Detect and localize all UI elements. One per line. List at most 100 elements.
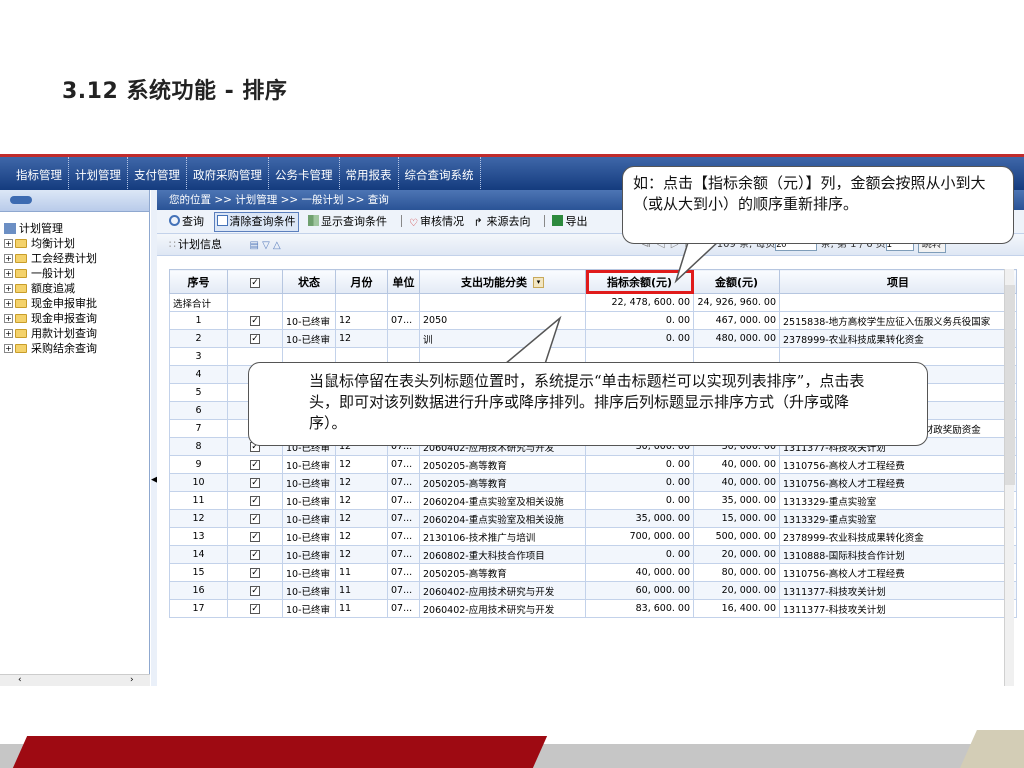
menu-item[interactable]: 计划管理 (69, 157, 128, 193)
col-header-select[interactable]: ✓ (227, 269, 283, 294)
col-header-status[interactable]: 状态 (282, 269, 336, 294)
row-checkbox[interactable]: ✓ (250, 316, 260, 326)
review-icon: ♡ (409, 218, 418, 229)
cell-amount: 20, 000. 00 (693, 545, 780, 564)
expand-icon[interactable]: + (4, 254, 13, 263)
expand-icon[interactable]: + (4, 284, 13, 293)
review-button[interactable]: ♡ 审核情况 (409, 210, 464, 233)
table-row[interactable]: 15 ✓ 10-已终审 11 07... 2050205-高等教育 40, 000. 00 8… (169, 563, 1017, 582)
cell-project: 2378999-农业科技成果转化资金 (779, 527, 1017, 546)
cell-no: 9 (169, 455, 228, 474)
cell-unit: 07... (387, 581, 420, 600)
row-checkbox[interactable]: ✓ (250, 496, 260, 506)
tree-item[interactable]: + 现金申报查询 (4, 311, 149, 326)
source-button[interactable]: ↱ 来源去向 (473, 210, 530, 233)
table-row[interactable]: 12 ✓ 10-已终审 12 07... 2060204-重点实验室及相关设施 35, 00… (169, 509, 1017, 528)
expand-icon[interactable]: + (4, 344, 13, 353)
table-row[interactable]: 16 ✓ 10-已终审 11 07... 2060402-应用技术研究与开发 60, 000… (169, 581, 1017, 600)
grid-vertical-scrollbar[interactable] (1004, 269, 1015, 686)
tree-item-label: 一般计划 (31, 267, 75, 280)
scroll-left-icon[interactable]: ‹ (18, 675, 22, 685)
cell-balance: 83, 600. 00 (585, 599, 694, 618)
cell-select: ✓ (227, 545, 283, 564)
table-row[interactable]: 1 ✓ 10-已终审 12 07... 2050 0. 00 467, 000. 00 2515… (169, 311, 1017, 330)
row-checkbox[interactable]: ✓ (250, 478, 260, 488)
grid-panel-title: 计划信息 (178, 238, 222, 251)
column-menu-icon[interactable]: ▾ (533, 277, 544, 288)
clear-icon (216, 215, 228, 226)
scroll-right-icon[interactable]: › (130, 675, 134, 685)
col-header-unit[interactable]: 单位 (387, 269, 420, 294)
menu-item[interactable]: 公务卡管理 (269, 157, 340, 193)
tree-item[interactable]: + 用款计划查询 (4, 326, 149, 341)
row-checkbox[interactable]: ✓ (250, 604, 260, 614)
menu-item[interactable]: 综合查询系统 (399, 157, 481, 193)
expand-icon[interactable]: + (4, 239, 13, 248)
row-checkbox[interactable]: ✓ (250, 550, 260, 560)
cell-month: 12 (335, 329, 388, 348)
row-checkbox[interactable]: ✓ (250, 568, 260, 578)
tree-item[interactable]: + 现金申报审批 (4, 296, 149, 311)
col-header-month[interactable]: 月份 (335, 269, 388, 294)
row-checkbox[interactable]: ✓ (250, 514, 260, 524)
table-row[interactable]: 17 ✓ 10-已终审 11 07... 2060402-应用技术研究与开发 83, 600… (169, 599, 1017, 618)
menu-item[interactable]: 支付管理 (128, 157, 187, 193)
cell-no: 8 (169, 437, 228, 456)
menu-item[interactable]: 政府采购管理 (187, 157, 269, 193)
cell-balance: 60, 000. 00 (585, 581, 694, 600)
row-checkbox[interactable]: ✓ (250, 532, 260, 542)
menu-item[interactable]: 指标管理 (0, 157, 69, 193)
sidebar-horizontal-scrollbar[interactable]: ‹ › (0, 674, 150, 686)
table-row[interactable]: 11 ✓ 10-已终审 12 07... 2060204-重点实验室及相关设施 0. 00 3… (169, 491, 1017, 510)
table-row[interactable]: 9 ✓ 10-已终审 12 07... 2050205-高等教育 0. 00 40, 000.… (169, 455, 1017, 474)
cell-select: ✓ (227, 581, 283, 600)
menu-item[interactable]: 常用报表 (340, 157, 399, 193)
cell-project: 1313329-重点实验室 (779, 491, 1017, 510)
tree-item[interactable]: + 额度追减 (4, 281, 149, 296)
tree-item-label: 工会经费计划 (31, 252, 97, 265)
cell-balance: 700, 000. 00 (585, 527, 694, 546)
cell-select: ✓ (227, 509, 283, 528)
row-checkbox[interactable]: ✓ (250, 334, 260, 344)
tree-item[interactable]: + 均衡计划 (4, 236, 149, 251)
cell-select: ✓ (227, 311, 283, 330)
cell-month: 11 (335, 563, 388, 582)
cell-project: 1310756-高校人才工程经费 (779, 563, 1017, 582)
table-row[interactable]: 10 ✓ 10-已终审 12 07... 2050205-高等教育 0. 00 40, 000… (169, 473, 1017, 492)
select-all-checkbox[interactable]: ✓ (250, 278, 260, 288)
table-row[interactable]: 13 ✓ 10-已终审 12 07... 2130106-技术推广与培训 700, 000.… (169, 527, 1017, 546)
show-conditions-button[interactable]: 显示查询条件 (308, 210, 387, 233)
grid-controls[interactable]: ▤ ▽ △ (250, 235, 281, 257)
tree-item[interactable]: + 一般计划 (4, 266, 149, 281)
cell-status: 10-已终审 (282, 473, 336, 492)
tree-item[interactable]: + 工会经费计划 (4, 251, 149, 266)
sidebar-header (0, 190, 149, 212)
col-header-amount[interactable]: 金额(元) (693, 269, 780, 294)
cell-select: ✓ (227, 563, 283, 582)
table-row[interactable]: 2 ✓ 10-已终审 12 训 0. 00 480, 000. 00 2378999-农业科技… (169, 329, 1017, 348)
cell-no: 2 (169, 329, 228, 348)
expand-icon[interactable]: + (4, 299, 13, 308)
cell-month: 12 (335, 311, 388, 330)
expand-icon[interactable]: + (4, 269, 13, 278)
row-checkbox[interactable]: ✓ (250, 460, 260, 470)
sidebar-toggle-icon[interactable] (10, 196, 32, 204)
ribbon-red-band (12, 736, 548, 768)
query-button[interactable]: 查询 (169, 210, 204, 233)
col-header-no[interactable]: 序号 (169, 269, 228, 294)
expand-icon[interactable]: + (4, 329, 13, 338)
cell-status: 10-已终审 (282, 311, 336, 330)
col-header-project[interactable]: 项目 (779, 269, 1017, 294)
row-checkbox[interactable]: ✓ (250, 586, 260, 596)
expand-icon[interactable]: + (4, 314, 13, 323)
col-header-balance[interactable]: 指标余额(元) (585, 269, 694, 294)
clear-conditions-button[interactable]: 清除查询条件 (213, 212, 299, 232)
cell-amount: 500, 000. 00 (693, 527, 780, 546)
export-button[interactable]: 导出 (552, 210, 587, 233)
tree-item[interactable]: + 采购结余查询 (4, 341, 149, 356)
table-row[interactable]: 14 ✓ 10-已终审 12 07... 2060802-重大科技合作项目 0. 00 20,… (169, 545, 1017, 564)
tree-root[interactable]: 计划管理 (4, 220, 149, 236)
col-header-function[interactable]: 支出功能分类 ▾ (419, 269, 586, 294)
scrollbar-thumb[interactable] (1005, 285, 1015, 485)
cell-project: 1310756-高校人才工程经费 (779, 473, 1017, 492)
